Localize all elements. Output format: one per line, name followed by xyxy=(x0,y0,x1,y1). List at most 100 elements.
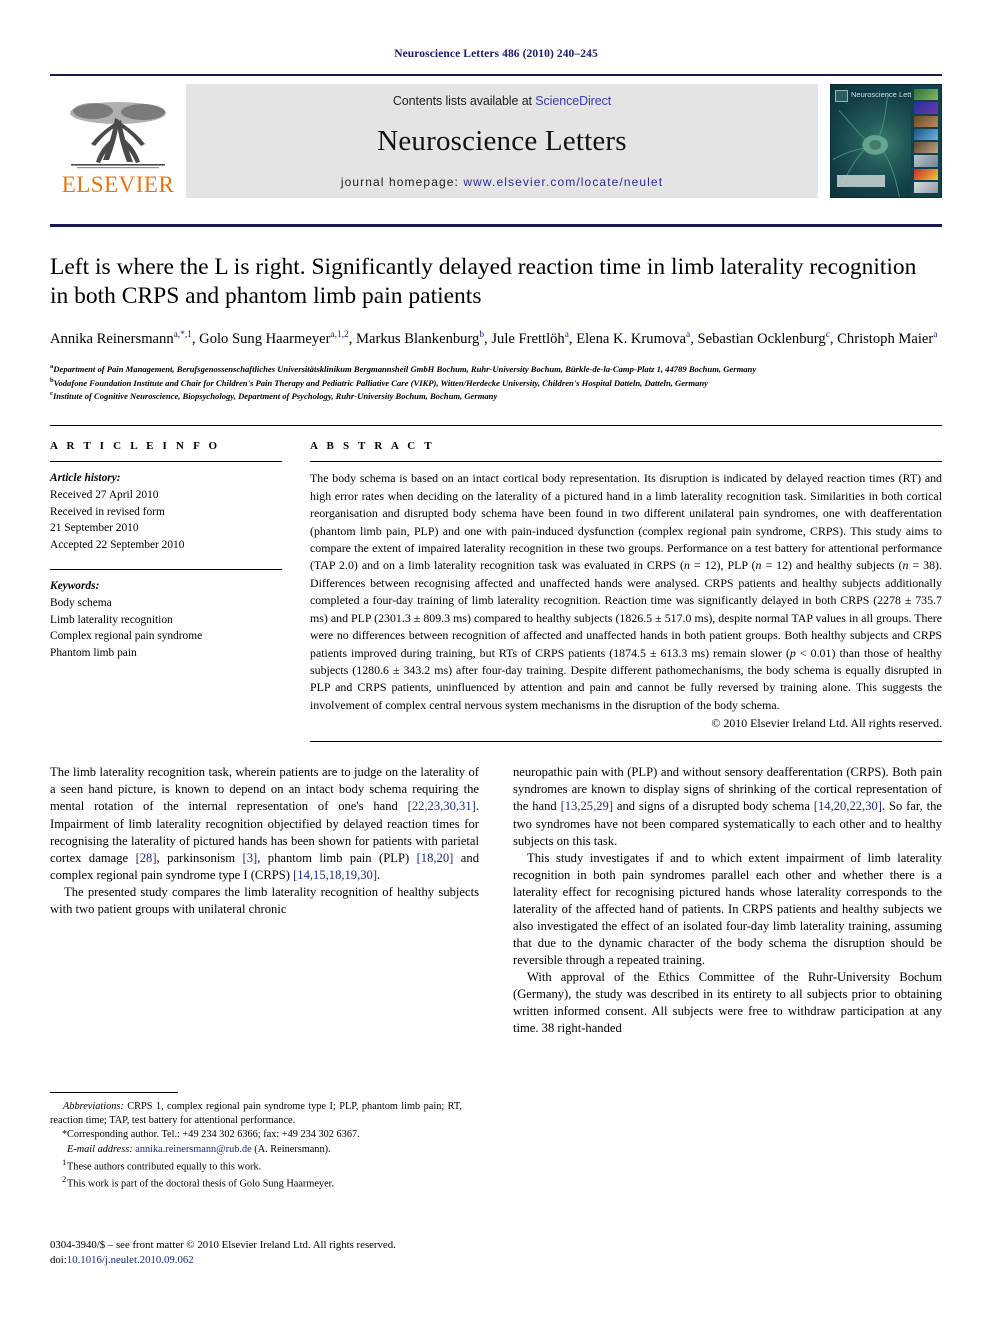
article-history-line: 21 September 2010 xyxy=(50,522,139,535)
author-affiliation-marker: a xyxy=(686,330,691,341)
doi-label: doi: xyxy=(50,1254,67,1267)
author-name: Annika Reinersmann xyxy=(50,331,174,348)
cover-cell xyxy=(914,115,938,127)
divider xyxy=(50,461,282,463)
email-label: E-mail address: xyxy=(67,1143,133,1155)
abstract-text: The body schema is based on an intact co… xyxy=(310,471,943,712)
body-column-left: The limb laterality recognition task, wh… xyxy=(50,764,479,1037)
journal-homepage-link[interactable]: www.elsevier.com/locate/neulet xyxy=(463,175,663,189)
author-name: Elena K. Krumova xyxy=(576,331,687,348)
author-name: Golo Sung Haarmeyer xyxy=(199,331,331,348)
author-name: Sebastian Ocklenburg xyxy=(697,331,826,348)
body-paragraph: The presented study compares the limb la… xyxy=(50,884,479,916)
divider xyxy=(310,741,942,743)
author-name: Jule Frettlöh xyxy=(491,331,565,348)
author-name: Christoph Maier xyxy=(837,331,934,348)
cover-thumbnail-strip xyxy=(911,85,941,197)
cover-cell xyxy=(914,89,938,101)
cover-cell xyxy=(914,181,938,193)
doi-line: doi:10.1016/j.neulet.2010.09.062 xyxy=(50,1253,480,1268)
journal-title: Neuroscience Letters xyxy=(377,125,627,157)
info-abstract-section: A R T I C L E I N F O Article history: R… xyxy=(50,425,943,743)
keyword-item: Complex regional pain syndrome xyxy=(50,630,203,643)
title-block: Left is where the L is right. Significan… xyxy=(50,224,942,403)
running-head: Neuroscience Letters 486 (2010) 240–245 xyxy=(394,48,598,60)
journal-masthead: ELSEVIER Contents lists available at Sci… xyxy=(50,74,942,198)
affiliation-item: bVodafone Foundation Institute and Chair… xyxy=(50,376,942,390)
keyword-items: Body schema Limb laterality recognition Co… xyxy=(50,595,282,662)
footnote-marker: * xyxy=(62,1129,68,1141)
journal-cover-thumbnail: Neuroscience Letters xyxy=(830,84,942,198)
body-paragraph: neuropathic pain with (PLP) and without … xyxy=(513,765,942,848)
affiliation-text: Institute of Cognitive Neuroscience, Bio… xyxy=(52,391,498,402)
article-history-line: Received in revised form xyxy=(50,505,165,518)
citation-link[interactable]: [28] xyxy=(136,851,157,865)
citation-link[interactable]: [14,15,18,19,30] xyxy=(293,868,377,882)
author-affiliation-marker: a xyxy=(564,330,569,341)
sciencedirect-link[interactable]: ScienceDirect xyxy=(535,94,611,108)
abstract-copyright: © 2010 Elsevier Ireland Ltd. All rights … xyxy=(711,716,942,731)
issn-copyright-line: 0304-3940/$ – see front matter © 2010 El… xyxy=(50,1239,396,1251)
article-info-heading: A R T I C L E I N F O xyxy=(50,440,221,453)
elsevier-logo: ELSEVIER xyxy=(50,84,186,198)
cover-cell xyxy=(914,168,938,180)
cover-cell xyxy=(914,102,938,114)
article-info-column: A R T I C L E I N F O Article history: R… xyxy=(50,440,282,742)
footnote-note-1: 1These authors contributed equally to th… xyxy=(50,1157,462,1175)
affiliation-text: Department of Pain Management, Berufsgen… xyxy=(53,363,757,374)
journal-homepage-line: journal homepage: www.elsevier.com/locat… xyxy=(341,175,663,189)
imprint-block: 0304-3940/$ – see front matter © 2010 El… xyxy=(50,1238,480,1269)
abstract-heading: A B S T R A C T xyxy=(310,440,435,453)
stat-variable: p xyxy=(789,645,796,660)
author-affiliation-marker: a,*,1 xyxy=(173,330,192,341)
author-affiliation-marker: c xyxy=(825,330,830,341)
footnote-marker: 2 xyxy=(62,1174,67,1185)
footnote-corresponding-author: *Corresponding author. Tel.: +49 234 302… xyxy=(50,1128,462,1142)
article-history-lines: Received 27 April 2010 Received in revise… xyxy=(50,487,282,554)
author-affiliation-marker: a,1,2 xyxy=(330,330,349,341)
citation-link[interactable]: [3] xyxy=(243,851,258,865)
page-title: Left is where the L is right. Significan… xyxy=(50,254,917,310)
doi-link[interactable]: 10.1016/j.neulet.2010.09.062 xyxy=(67,1254,194,1266)
article-history: Article history: Received 27 April 2010 R… xyxy=(50,470,282,553)
article-history-line: Accepted 22 September 2010 xyxy=(50,538,185,551)
keywords: Keywords: Body schema Limb laterality rec… xyxy=(50,578,282,661)
citation-link[interactable]: [13,25,29] xyxy=(561,799,613,813)
author-affiliation-marker: a xyxy=(933,330,938,341)
note-1-text: These authors contributed equally to thi… xyxy=(67,1161,262,1173)
corresponding-text: Corresponding author. Tel.: +49 234 302 … xyxy=(67,1129,360,1141)
homepage-prefix: journal homepage: xyxy=(340,175,464,189)
footnote-divider xyxy=(50,1092,178,1093)
cover-cell xyxy=(914,128,938,140)
affiliation-text: Vodafone Foundation Institute and Chair … xyxy=(53,377,708,388)
citation-link[interactable]: [14,20,22,30] xyxy=(814,799,882,813)
keyword-item: Phantom limb pain xyxy=(50,646,137,659)
footnote-note-2: 2This work is part of the doctoral thesi… xyxy=(50,1174,462,1192)
contents-line: Contents lists available at ScienceDirec… xyxy=(393,94,611,108)
masthead-center: Contents lists available at ScienceDirec… xyxy=(186,84,818,198)
citation-link[interactable]: [18,20] xyxy=(417,851,454,865)
citation-link[interactable]: [22,23,30,31] xyxy=(408,799,476,813)
cover-label-box xyxy=(837,175,885,187)
author-name: Markus Blankenburg xyxy=(356,331,480,348)
keyword-item: Body schema xyxy=(50,597,112,610)
affiliation-item: aDepartment of Pain Management, Berufsge… xyxy=(50,362,942,376)
affiliation-list: aDepartment of Pain Management, Berufsge… xyxy=(50,362,942,403)
abstract-column: A B S T R A C T The body schema is based… xyxy=(310,440,943,743)
keywords-label: Keywords: xyxy=(50,580,100,593)
paper-page: Neuroscience Letters 486 (2010) 240–245 xyxy=(0,0,992,1323)
body-paragraph: This study investigates if and to which … xyxy=(513,850,942,968)
divider xyxy=(310,461,942,463)
body-columns: The limb laterality recognition task, wh… xyxy=(50,764,942,1037)
article-history-label: Article history: xyxy=(50,472,121,485)
body-paragraph: With approval of the Ethics Committee of… xyxy=(513,970,942,1036)
abbreviations-label: Abbreviations: xyxy=(63,1101,124,1112)
keywords-block: Keywords: Body schema Limb laterality rec… xyxy=(50,569,282,661)
elsevier-wordmark: ELSEVIER xyxy=(61,172,175,197)
keyword-item: Limb laterality recognition xyxy=(50,613,173,626)
article-history-line: Received 27 April 2010 xyxy=(50,488,159,501)
email-link[interactable]: annika.reinersmann@rub.de xyxy=(135,1144,251,1155)
stat-variable: n xyxy=(902,558,909,573)
body-column-right: neuropathic pain with (PLP) and without … xyxy=(513,764,942,1037)
cover-badge-icon xyxy=(835,90,848,102)
